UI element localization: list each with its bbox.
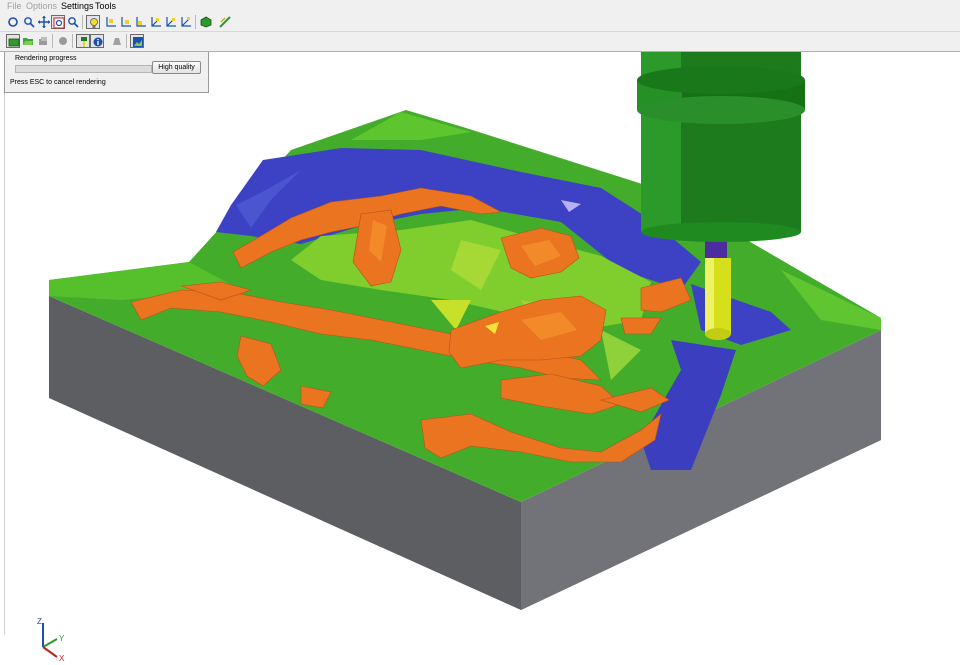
parts-icon[interactable] <box>36 34 50 48</box>
zoom-fit-icon[interactable] <box>66 15 80 29</box>
high-quality-button[interactable]: High quality <box>152 61 201 74</box>
menu-options[interactable]: Options <box>26 0 57 13</box>
progress-hint: Press ESC to cancel rendering <box>10 79 106 86</box>
axis-z-label: Z <box>37 617 42 626</box>
view-xy-icon[interactable] <box>104 15 118 29</box>
zoom-icon[interactable] <box>22 15 36 29</box>
rotate-view-icon[interactable] <box>6 15 20 29</box>
toolbar-separator <box>82 15 83 29</box>
menu-tools[interactable]: Tools <box>95 0 116 13</box>
measure-icon[interactable] <box>218 15 232 29</box>
menu-settings[interactable]: Settings <box>61 0 94 13</box>
render-options-icon[interactable] <box>130 34 144 48</box>
light-bulb-icon[interactable] <box>86 15 100 29</box>
machine-icon[interactable] <box>110 34 124 48</box>
menu-bar: File Options Settings Tools <box>0 0 960 13</box>
tool-holder-icon[interactable] <box>76 34 90 48</box>
tool-info-icon[interactable] <box>90 34 104 48</box>
view-iso-1-icon[interactable] <box>149 15 163 29</box>
view-iso-3-icon[interactable] <box>179 15 193 29</box>
stock-icon[interactable] <box>6 34 20 48</box>
rendering-progress-panel: Rendering progress High quality Press ES… <box>4 52 209 93</box>
menu-file[interactable]: File <box>7 0 22 13</box>
3d-viewport[interactable]: Z Y X <box>4 52 960 663</box>
toolbar-separator <box>126 34 127 48</box>
axis-y-label: Y <box>59 634 65 643</box>
zoom-window-icon[interactable] <box>51 15 65 29</box>
toolbar-separator <box>72 34 73 48</box>
fixture-icon[interactable] <box>56 34 70 48</box>
machining-simulation-scene <box>49 52 881 610</box>
progress-bar <box>15 65 152 73</box>
axis-triad: Z Y X <box>37 617 65 663</box>
shaded-model-icon[interactable] <box>199 15 213 29</box>
progress-title: Rendering progress <box>15 55 77 62</box>
main-toolbar <box>0 13 960 32</box>
view-iso-2-icon[interactable] <box>164 15 178 29</box>
axis-x-label: X <box>59 654 65 663</box>
toolbar-separator <box>52 34 53 48</box>
view-xz-icon[interactable] <box>134 15 148 29</box>
pan-icon[interactable] <box>37 15 51 29</box>
open-folder-icon[interactable] <box>21 34 35 48</box>
secondary-toolbar <box>0 32 960 52</box>
toolbar-separator <box>195 15 196 29</box>
view-yz-icon[interactable] <box>119 15 133 29</box>
